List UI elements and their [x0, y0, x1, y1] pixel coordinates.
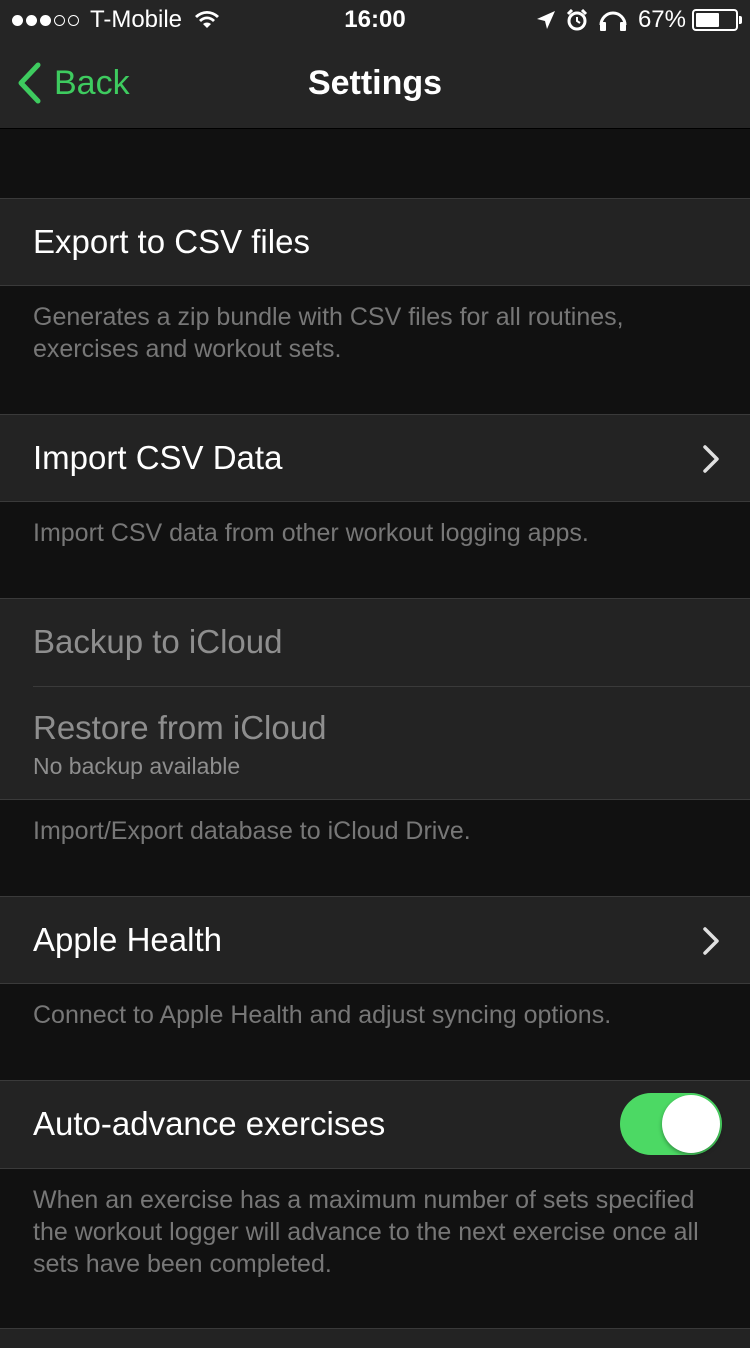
export-csv-cell[interactable]: Export to CSV files	[0, 198, 750, 286]
icloud-group: Backup to iCloud Restore from iCloud No …	[0, 598, 750, 800]
apple-health-cell[interactable]: Apple Health	[0, 896, 750, 984]
apple-health-label: Apple Health	[33, 921, 222, 958]
next-cell[interactable]	[0, 1328, 750, 1348]
page-title: Settings	[307, 64, 443, 102]
restore-icloud-subtitle: No backup available	[33, 753, 241, 779]
auto-advance-footer: When an exercise has a maximum number of…	[33, 1186, 699, 1278]
icloud-footer: Import/Export database to iCloud Drive.	[33, 817, 471, 845]
backup-icloud-row[interactable]: Backup to iCloud	[0, 599, 750, 686]
apple-health-footer: Connect to Apple Health and adjust synci…	[33, 1001, 612, 1029]
auto-advance-label: Auto-advance exercises	[33, 1105, 386, 1142]
toggle-knob	[662, 1095, 720, 1153]
status-bar: T-Mobile 16:00 67%	[0, 0, 750, 40]
navigation-bar: Back Settings	[0, 40, 750, 129]
auto-advance-cell: Auto-advance exercises	[0, 1080, 750, 1169]
export-csv-label: Export to CSV files	[33, 223, 310, 260]
battery-icon	[692, 9, 742, 31]
import-csv-footer: Import CSV data from other workout loggi…	[33, 519, 589, 547]
alarm-icon	[566, 9, 588, 31]
restore-icloud-row[interactable]: Restore from iCloud No backup available	[0, 687, 750, 800]
import-csv-label: Import CSV Data	[33, 439, 283, 476]
chevron-right-icon	[703, 445, 719, 473]
import-csv-cell[interactable]: Import CSV Data	[0, 414, 750, 502]
headphones-icon	[599, 11, 627, 31]
backup-icloud-label: Backup to iCloud	[33, 623, 283, 660]
auto-advance-toggle[interactable]	[620, 1093, 722, 1155]
export-csv-footer: Generates a zip bundle with CSV files fo…	[33, 303, 624, 363]
restore-icloud-label: Restore from iCloud	[33, 709, 327, 746]
location-arrow-icon	[536, 11, 555, 29]
battery-percent: 67%	[637, 6, 686, 33]
chevron-right-icon	[703, 927, 719, 955]
